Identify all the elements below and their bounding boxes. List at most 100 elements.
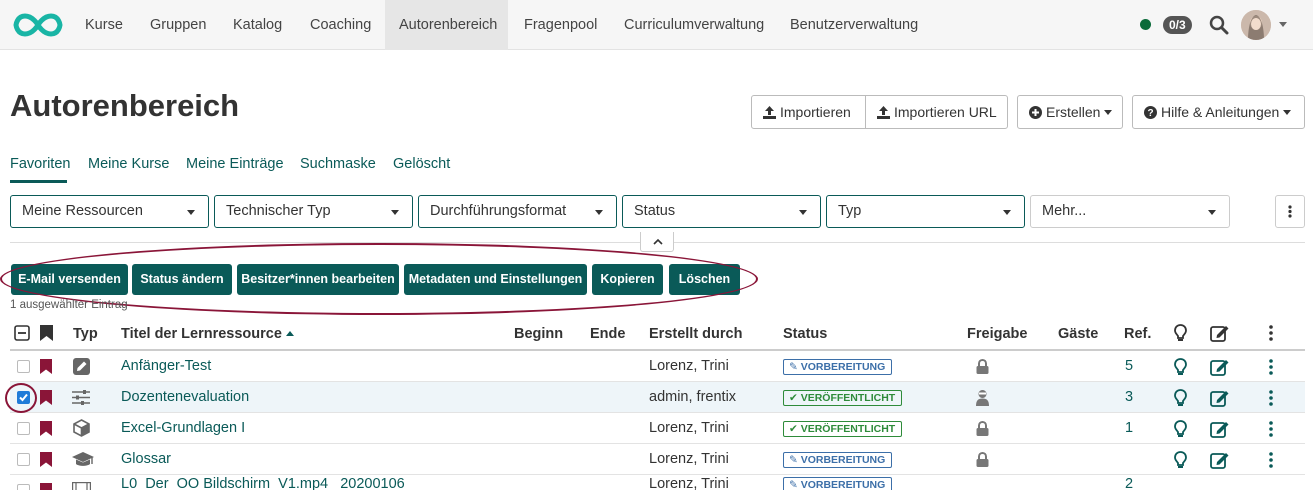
bookmark-icon[interactable] [40,421,52,436]
nav-item-katalog[interactable]: Katalog [219,0,296,50]
lightbulb-icon[interactable] [1174,451,1187,469]
create-button[interactable]: Erstellen [1017,95,1123,129]
row-checkbox[interactable] [17,484,30,490]
tab-geloescht[interactable]: Gelöscht [393,156,450,172]
nav-item-coaching[interactable]: Coaching [296,0,385,50]
import-url-button[interactable]: Importieren URL [865,95,1008,129]
refs-count-link[interactable]: 2 [1125,469,1133,490]
resource-title-link[interactable]: Anfänger-Test [121,351,211,382]
kebab-menu-icon [1288,205,1292,218]
created-by: Lorenz, Trini [649,476,729,490]
status-badge: ✔ VERÖFFENTLICHT [783,390,903,406]
help-label: Hilfe & Anleitungen [1161,104,1280,120]
filter-options-button[interactable] [1275,195,1305,228]
import-url-label: Importieren URL [894,104,997,120]
column-header-release[interactable]: Freigabe [967,326,1027,342]
column-header-title[interactable]: Titel der Lernressource [121,326,294,342]
lock-icon [976,421,989,436]
tab-meine-eintraege[interactable]: Meine Einträge [186,156,284,172]
select-all-checkbox[interactable] [14,325,30,341]
lightbulb-icon[interactable] [1174,420,1187,438]
column-header-end[interactable]: Ende [590,326,625,342]
collapse-filters-button[interactable] [640,232,674,252]
search-icon[interactable] [1209,15,1229,35]
filter-meine-ressourcen[interactable]: Meine Ressourcen [10,195,209,228]
lightbulb-icon[interactable] [1174,358,1187,376]
refs-count-link[interactable]: 5 [1125,351,1133,382]
nav-item-fragenpool[interactable]: Fragenpool [510,0,611,50]
sort-asc-icon [285,331,294,336]
nav-item-kurse[interactable]: Kurse [71,0,137,50]
filter-typ[interactable]: Typ [826,195,1025,228]
user-menu-caret-icon[interactable] [1279,22,1287,27]
bookmark-icon[interactable] [40,452,52,467]
nav-item-curriculumverwaltung[interactable]: Curriculumverwaltung [610,0,778,50]
bookmark-icon[interactable] [40,483,52,490]
status-badge: ✎ VORBEREITUNG [783,452,893,468]
nav-item-benutzerverwaltung[interactable]: Benutzerverwaltung [776,0,932,50]
edit-icon[interactable] [1210,389,1230,407]
column-header-begin[interactable]: Beginn [514,326,563,342]
chevron-up-icon [653,238,663,245]
filter-durchfuehrungsformat[interactable]: Durchführungsformat [418,195,617,228]
nav-item-autorenbereich[interactable]: Autorenbereich [385,0,508,50]
openolat-logo-icon[interactable] [12,12,64,38]
online-counter-badge[interactable]: 0/3 [1163,16,1192,34]
check-icon: ✔ [789,392,801,404]
row-checkbox[interactable] [17,360,30,373]
selection-count-text: 1 ausgewählter Eintrag [10,299,128,311]
active-tab-indicator [10,180,67,183]
filter-mehr[interactable]: Mehr... [1030,195,1230,228]
nav-item-gruppen[interactable]: Gruppen [136,0,220,50]
lightbulb-icon[interactable] [1174,389,1187,407]
video-film-icon [72,482,91,490]
filter-status[interactable]: Status [622,195,821,228]
column-header-refs[interactable]: Ref. [1124,326,1151,342]
table-row[interactable]: Excel-Grundlagen I Lorenz, Trini ✔ VERÖF… [10,413,1305,444]
resource-title-link[interactable]: Excel-Grundlagen I [121,413,245,444]
tab-suchmaske[interactable]: Suchmaske [300,156,376,172]
kebab-menu-icon[interactable] [1264,358,1278,376]
created-by: Lorenz, Trini [649,358,729,374]
chevron-down-icon [187,210,195,215]
kebab-menu-icon[interactable] [1264,420,1278,438]
column-header-guests[interactable]: Gäste [1058,326,1098,342]
pencil-icon: ✎ [789,361,801,373]
filter-label: Typ [838,203,862,219]
user-avatar[interactable] [1241,10,1271,40]
refs-count-link[interactable]: 3 [1125,382,1133,413]
edit-icon[interactable] [1210,420,1230,438]
tab-favoriten[interactable]: Favoriten [10,156,70,172]
import-button[interactable]: Importieren [751,95,866,129]
kebab-menu-icon[interactable] [1264,451,1278,469]
lightbulb-header-icon [1174,324,1187,341]
page-title: Autorenbereich [10,88,240,123]
filter-technischer-typ[interactable]: Technischer Typ [214,195,413,228]
pencil-icon: ✎ [789,479,801,490]
row-checkbox[interactable] [17,453,30,466]
column-header-type[interactable]: Typ [73,326,98,342]
lock-icon [976,452,989,467]
online-status-indicator[interactable] [1140,19,1151,30]
help-button[interactable]: ? Hilfe & Anleitungen [1132,95,1305,129]
bookmark-icon[interactable] [40,359,52,374]
row-checkbox[interactable] [17,422,30,435]
edit-icon[interactable] [1210,358,1230,376]
column-header-created-by[interactable]: Erstellt durch [649,326,742,342]
column-header-status[interactable]: Status [783,326,827,342]
bookmark-icon[interactable] [40,390,52,405]
edit-header-icon [1210,326,1229,342]
edit-icon[interactable] [1210,451,1230,469]
table-row[interactable]: Dozentenevaluation admin, frentix ✔ VERÖ… [10,382,1305,413]
resource-title-link[interactable]: Dozentenevaluation [121,382,249,413]
test-pencil-icon [73,358,90,375]
resource-title-link[interactable]: L0_Der_OO Bildschirm_V1.mp4 _20200106 [121,469,405,490]
tab-meine-kurse[interactable]: Meine Kurse [88,156,169,172]
refs-count-link[interactable]: 1 [1125,413,1133,444]
status-badge: ✎ VORBEREITUNG [783,477,893,490]
kebab-menu-icon[interactable] [1264,389,1278,407]
table-row[interactable]: Anfänger-Test Lorenz, Trini ✎ VORBEREITU… [10,351,1305,382]
table-row[interactable]: L0_Der_OO Bildschirm_V1.mp4 _20200106 Lo… [10,475,1305,490]
svg-text:?: ? [1147,108,1153,119]
kebab-menu-header-icon[interactable] [1264,324,1278,342]
